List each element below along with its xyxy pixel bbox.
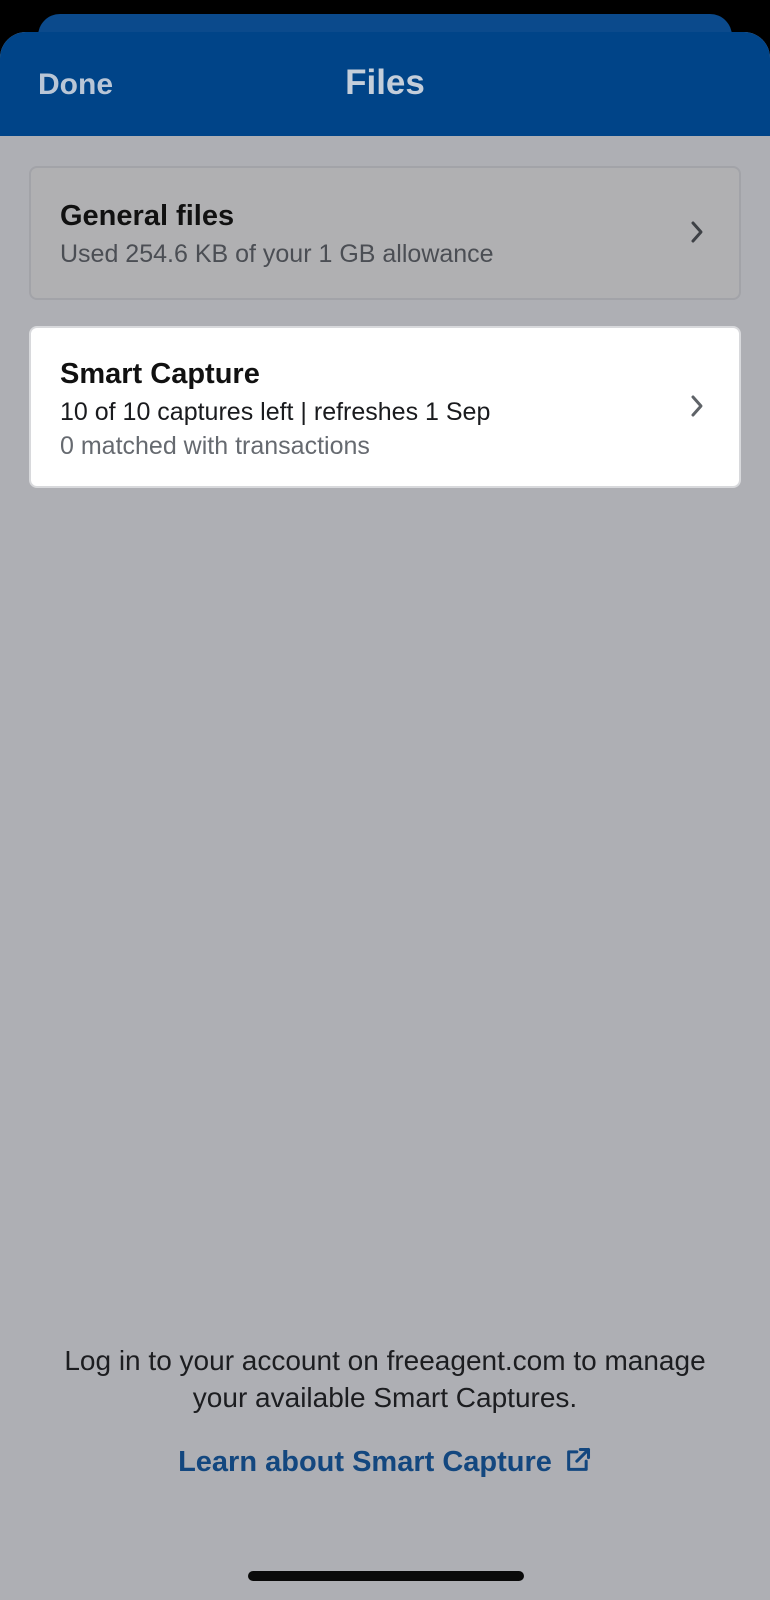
footer-message: Log in to your account on freeagent.com …	[64, 1345, 706, 1413]
smart-capture-remaining: 10 of 10 captures left | refreshes 1 Sep	[60, 398, 491, 426]
general-files-usage: Used 254.6 KB of your 1 GB allowance	[60, 240, 494, 268]
home-indicator	[248, 1571, 524, 1581]
screen: Done Files General files Used 254.6 KB o…	[0, 0, 770, 1600]
navigation-bar: Done Files	[0, 32, 770, 136]
general-files-card[interactable]: General files Used 254.6 KB of your 1 GB…	[29, 166, 741, 300]
chevron-right-icon	[691, 221, 703, 243]
smart-capture-title: Smart Capture	[60, 358, 260, 390]
learn-link-label: Learn about Smart Capture	[178, 1446, 552, 1478]
external-link-icon	[567, 1447, 590, 1471]
files-sheet: Done Files General files Used 254.6 KB o…	[0, 32, 770, 1600]
general-files-title: General files	[60, 200, 235, 232]
chevron-right-icon	[691, 395, 703, 417]
smart-capture-matched: 0 matched with transactions	[60, 432, 370, 460]
page-title: Files	[345, 63, 425, 102]
smart-capture-card[interactable]: Smart Capture 10 of 10 captures left | r…	[29, 326, 741, 488]
learn-about-smart-capture-link[interactable]: Learn about Smart Capture	[0, 1446, 770, 1479]
